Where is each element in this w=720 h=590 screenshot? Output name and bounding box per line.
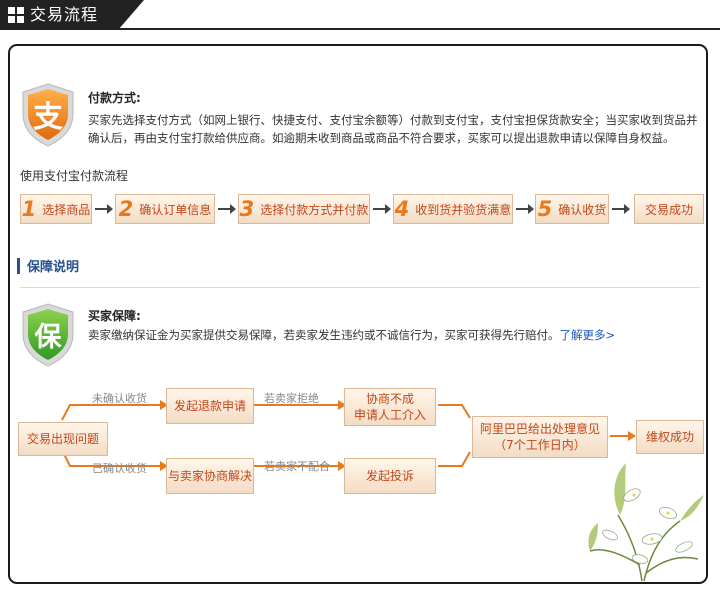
flow-negotiate: 与卖家协商解决	[166, 458, 254, 494]
label-seller-refuse: 若卖家拒绝	[264, 392, 319, 405]
label-confirmed: 已确认收货	[92, 462, 147, 475]
flow-manual-intervention: 协商不成 申请人工介入	[344, 388, 436, 426]
flow-alibaba-decision: 阿里巴巴给出处理意见 （7个工作日内）	[472, 416, 608, 458]
connector-lower-end	[438, 451, 471, 467]
flow-refund-request: 发起退款申请	[166, 388, 254, 424]
flower-decoration-icon	[588, 463, 704, 582]
flow-complaint: 发起投诉	[344, 458, 436, 494]
label-seller-uncooperative: 若卖家不配合	[264, 460, 330, 473]
flow-end: 维权成功	[636, 420, 704, 454]
flow-start: 交易出现问题	[18, 422, 108, 456]
label-unconfirmed: 未确认收货	[92, 392, 147, 405]
connector-upper-start	[61, 404, 160, 421]
connector-upper-end	[438, 404, 471, 419]
